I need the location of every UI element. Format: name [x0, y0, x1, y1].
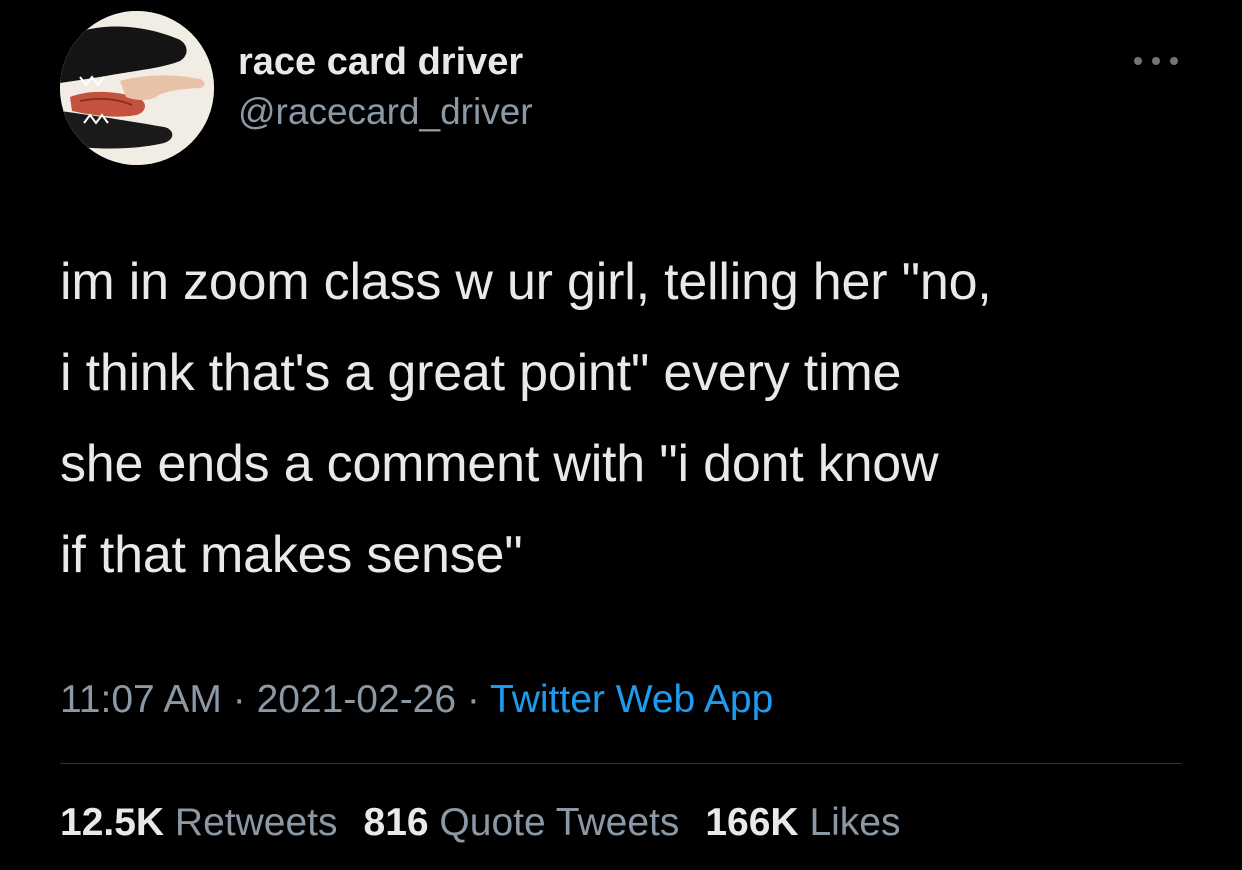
likes-stat[interactable]: 166K Likes	[705, 801, 900, 844]
user-names: race card driver @racecard_driver	[238, 40, 533, 134]
tweet-date[interactable]: 2021-02-26	[257, 678, 457, 721]
tweet-card: race card driver @racecard_driver im in …	[0, 0, 1242, 870]
tweet-text-line: im in zoom class w ur girl, telling her …	[60, 253, 992, 311]
quote-tweets-count: 816	[363, 801, 429, 844]
meta-separator: ·	[456, 678, 491, 721]
tweet-meta: 11:07 AM · 2021-02-26 · Twitter Web App	[60, 672, 773, 728]
tweet-source-link[interactable]: Twitter Web App	[490, 678, 773, 721]
tweet-text-line: if that makes sense"	[60, 526, 523, 584]
display-name[interactable]: race card driver	[238, 40, 533, 84]
dot-icon	[1170, 57, 1178, 65]
avatar-image-icon	[60, 11, 214, 165]
divider	[60, 763, 1182, 764]
likes-label: Likes	[809, 801, 901, 844]
retweets-label: Retweets	[174, 801, 338, 844]
tweet-time[interactable]: 11:07 AM	[60, 678, 222, 721]
tweet-text-line: i think that's a great point" every time	[60, 344, 902, 402]
more-options-icon[interactable]	[1134, 46, 1178, 76]
tweet-stats: 12.5K Retweets 816 Quote Tweets 166K Likes	[60, 795, 926, 851]
retweets-count: 12.5K	[60, 801, 165, 844]
retweets-stat[interactable]: 12.5K Retweets	[60, 801, 338, 844]
meta-separator: ·	[221, 678, 257, 721]
avatar[interactable]	[60, 11, 214, 165]
tweet-text: im in zoom class w ur girl, telling her …	[60, 237, 1190, 601]
quote-tweets-stat[interactable]: 816 Quote Tweets	[364, 801, 680, 844]
tweet-text-line: she ends a comment with "i dont know	[60, 435, 939, 493]
user-handle[interactable]: @racecard_driver	[238, 90, 533, 134]
quote-tweets-label: Quote Tweets	[439, 801, 680, 844]
likes-count: 166K	[705, 801, 799, 844]
dot-icon	[1134, 57, 1142, 65]
tweet-header: race card driver @racecard_driver	[60, 10, 1182, 170]
dot-icon	[1152, 57, 1160, 65]
